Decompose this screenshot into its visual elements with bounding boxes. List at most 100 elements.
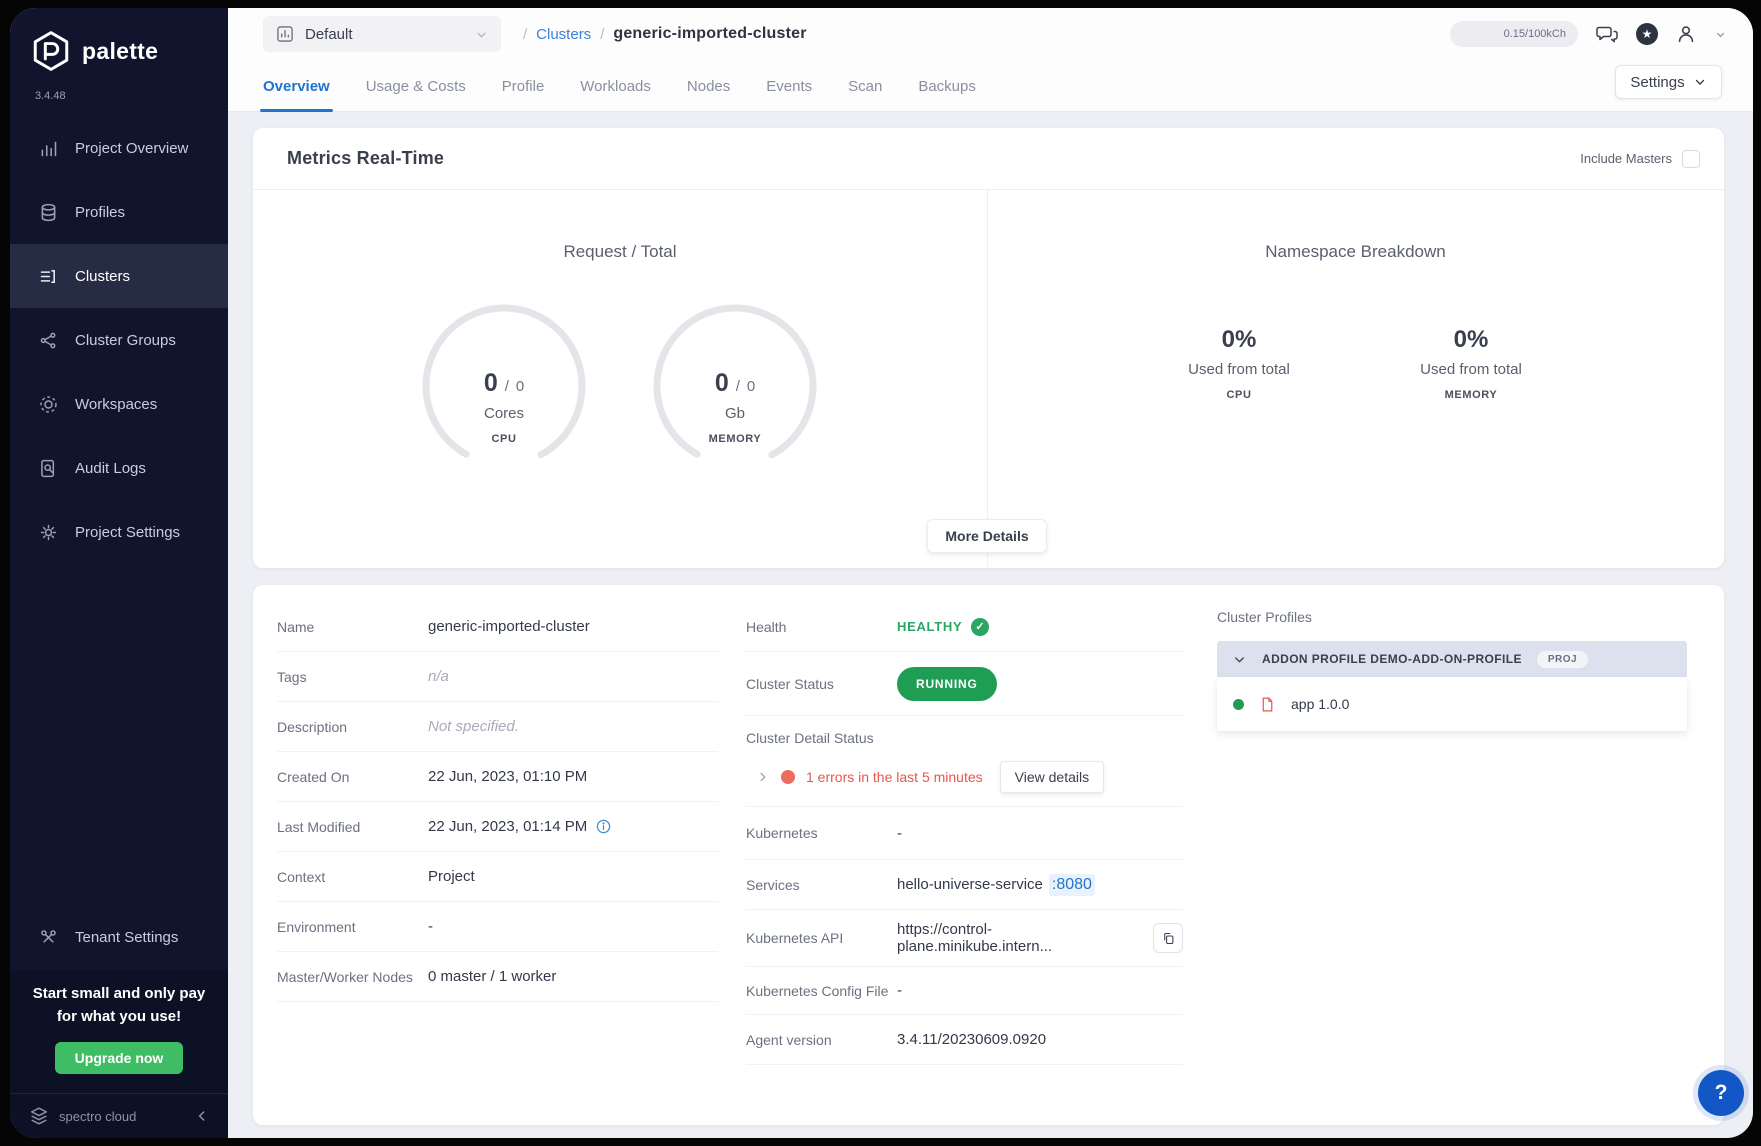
sidebar-item-project-settings[interactable]: Project Settings	[10, 500, 228, 564]
service-port-link[interactable]: :8080	[1049, 874, 1095, 896]
pack-status-dot	[1233, 699, 1244, 710]
health-row: Health HEALTHY ✓	[746, 602, 1183, 652]
tab-profile[interactable]: Profile	[502, 60, 545, 112]
namespace-cpu-percent: 0%	[1129, 326, 1349, 354]
namespace-memory-stat: 0% Used from total MEMORY	[1361, 326, 1581, 401]
sidebar-item-label: Project Overview	[75, 140, 188, 157]
agent-version-row: Agent version 3.4.11/20230609.0920	[746, 1015, 1183, 1065]
kubernetes-api-url: https://control-plane.minikube.intern...	[897, 921, 1143, 955]
breadcrumb-link-clusters[interactable]: Clusters	[536, 26, 591, 43]
cpu-gauge-label: CPU	[419, 433, 589, 445]
project-selector[interactable]: Default	[263, 16, 501, 52]
sidebar-item-tenant-settings[interactable]: Tenant Settings	[10, 905, 228, 969]
cluster-profiles-title: Cluster Profiles	[1217, 609, 1687, 625]
cluster-profile-name: ADDON PROFILE DEMO-ADD-ON-PROFILE	[1262, 652, 1522, 666]
pack-file-icon	[1259, 696, 1276, 713]
project-selector-value: Default	[305, 26, 353, 43]
request-total-title: Request / Total	[253, 242, 987, 262]
whats-new-icon[interactable]: ★	[1636, 23, 1658, 45]
database-icon	[38, 202, 59, 223]
tab-overview[interactable]: Overview	[263, 60, 330, 112]
detail-row-nodes: Master/Worker Nodes 0 master / 1 worker	[277, 952, 718, 1002]
namespace-memory-percent: 0%	[1361, 326, 1581, 354]
tab-events[interactable]: Events	[766, 60, 812, 112]
running-status-badge[interactable]: RUNNING	[897, 667, 997, 701]
sidebar-item-label: Clusters	[75, 268, 130, 285]
services-row: Services hello-universe-service :8080	[746, 860, 1183, 910]
upgrade-promo: Start small and only pay for what you us…	[10, 970, 228, 1093]
detail-row-context: Context Project	[277, 852, 718, 902]
memory-gauge-label: MEMORY	[650, 433, 820, 445]
sidebar-item-cluster-groups[interactable]: Cluster Groups	[10, 308, 228, 372]
service-name: hello-universe-service	[897, 876, 1043, 893]
memory-gauge-unit: Gb	[650, 405, 820, 422]
sidebar-item-profiles[interactable]: Profiles	[10, 180, 228, 244]
help-button[interactable]: ?	[1698, 1070, 1744, 1116]
breadcrumb-current: generic-imported-cluster	[613, 25, 806, 43]
sidebar-item-clusters[interactable]: Clusters	[10, 244, 228, 308]
upgrade-now-button[interactable]: Upgrade now	[55, 1042, 184, 1074]
error-row: 1 errors in the last 5 minutes View deta…	[746, 761, 1183, 793]
sidebar-item-label: Tenant Settings	[75, 929, 178, 946]
topbar: Default / Clusters / generic-imported-cl…	[228, 8, 1753, 112]
cpu-gauge: 0 / 0 Cores CPU	[419, 301, 589, 471]
check-icon: ✓	[971, 618, 989, 636]
cluster-tabs: Overview Usage & Costs Profile Workloads…	[228, 60, 1753, 112]
sidebar: palette 3.4.48 Project Overview Profiles	[10, 8, 228, 1138]
orbit-icon	[38, 394, 59, 415]
info-icon[interactable]	[595, 818, 612, 835]
kubernetes-config-row: Kubernetes Config File -	[746, 967, 1183, 1015]
namespace-cpu-caption: Used from total	[1129, 361, 1349, 378]
tab-nodes[interactable]: Nodes	[687, 60, 730, 112]
tab-backups[interactable]: Backups	[918, 60, 976, 112]
profile-scope-badge: PROJ	[1537, 651, 1588, 668]
sidebar-item-workspaces[interactable]: Workspaces	[10, 372, 228, 436]
health-status: HEALTHY ✓	[897, 618, 989, 636]
detail-row-tags: Tags n/a	[277, 652, 718, 702]
copy-icon[interactable]	[1153, 923, 1183, 953]
namespace-cpu-stat: 0% Used from total CPU	[1129, 326, 1349, 401]
tab-workloads[interactable]: Workloads	[580, 60, 651, 112]
include-masters-checkbox[interactable]	[1682, 150, 1700, 168]
breadcrumb: / Clusters / generic-imported-cluster	[523, 25, 807, 43]
kubernetes-row: Kubernetes -	[746, 807, 1183, 860]
bar-chart-icon	[38, 138, 59, 159]
expand-chevron-icon[interactable]	[756, 770, 770, 784]
metrics-header: Metrics Real-Time Include Masters	[253, 128, 1724, 190]
sidebar-collapse-button[interactable]	[194, 1108, 210, 1124]
cpu-gauge-value: 0 / 0	[419, 369, 589, 398]
breadcrumb-separator: /	[600, 26, 604, 43]
brand-logo: palette	[30, 30, 158, 72]
breadcrumb-separator: /	[523, 26, 527, 43]
user-icon[interactable]	[1675, 23, 1697, 45]
brand-name: palette	[82, 38, 158, 65]
settings-button[interactable]: Settings	[1615, 65, 1722, 99]
details-middle-column: Health HEALTHY ✓ Cluster Status RUNNING …	[746, 602, 1183, 1065]
detail-row-description: Description Not specified.	[277, 702, 718, 752]
cluster-profile-accordion-header[interactable]: ADDON PROFILE DEMO-ADD-ON-PROFILE PROJ	[1217, 641, 1687, 677]
view-details-button[interactable]: View details	[1000, 761, 1104, 793]
sidebar-item-label: Project Settings	[75, 524, 180, 541]
main-area: Default / Clusters / generic-imported-cl…	[228, 8, 1753, 1138]
sidebar-item-project-overview[interactable]: Project Overview	[10, 116, 228, 180]
metrics-body: Request / Total 0 / 0 Cores CPU 0 / 0 Gb…	[253, 190, 1724, 567]
profile-pack-row[interactable]: app 1.0.0	[1217, 677, 1687, 731]
chat-icon[interactable]	[1595, 22, 1619, 46]
detail-row-name: Name generic-imported-cluster	[277, 602, 718, 652]
pack-name: app 1.0.0	[1291, 696, 1349, 712]
detail-row-created-on: Created On 22 Jun, 2023, 01:10 PM	[277, 752, 718, 802]
sidebar-item-label: Profiles	[75, 204, 125, 221]
promo-text: Start small and only pay for what you us…	[21, 982, 217, 1029]
usage-badge: 0.15/100kCh	[1450, 21, 1578, 47]
cluster-detail-status-block: Cluster Detail Status 1 errors in the la…	[746, 716, 1183, 807]
metrics-title: Metrics Real-Time	[287, 148, 444, 169]
palette-logo-icon	[30, 30, 72, 72]
cpu-gauge-unit: Cores	[419, 405, 589, 422]
cluster-profiles-panel: Cluster Profiles ADDON PROFILE DEMO-ADD-…	[1217, 609, 1687, 731]
sidebar-item-audit-logs[interactable]: Audit Logs	[10, 436, 228, 500]
cluster-details-card: Name generic-imported-cluster Tags n/a D…	[253, 585, 1724, 1125]
user-menu-chevron-icon[interactable]	[1714, 28, 1727, 41]
tab-scan[interactable]: Scan	[848, 60, 882, 112]
more-details-button[interactable]: More Details	[927, 519, 1047, 553]
tab-usage-costs[interactable]: Usage & Costs	[366, 60, 466, 112]
